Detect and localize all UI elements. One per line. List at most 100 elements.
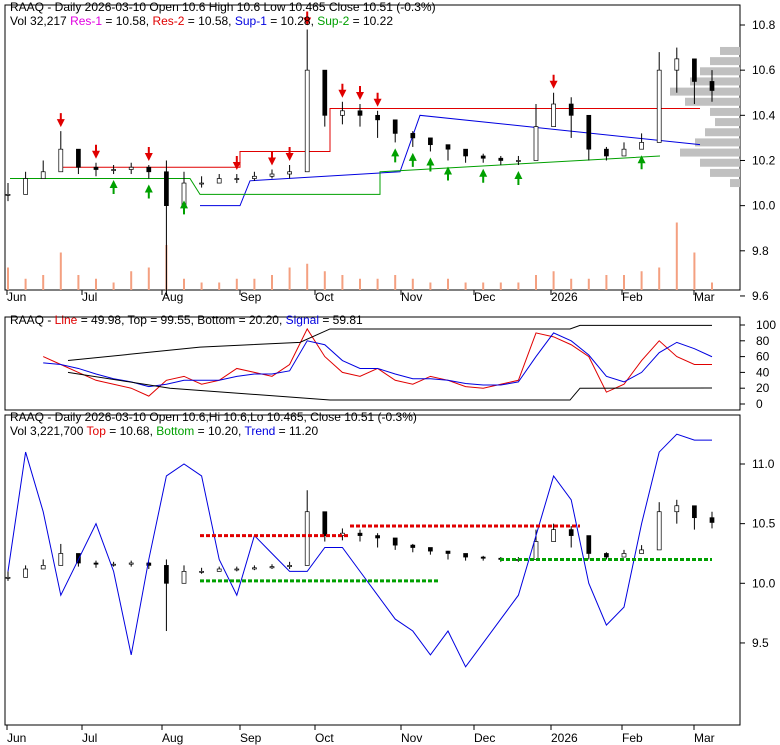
price-bar-lower <box>445 550 451 554</box>
date-label-Aug: Aug <box>162 731 183 745</box>
buy-arrow-icon <box>479 168 488 183</box>
date-label-Sep: Sep <box>240 290 262 304</box>
volume-bar <box>411 278 414 290</box>
sup1-label: Sup-1 <box>234 14 267 28</box>
price-bar <box>410 133 416 139</box>
volume-bar <box>587 278 590 290</box>
panel3-levels: Vol 3,221,700 Top = 10.68, Bottom = 10.2… <box>10 425 318 438</box>
sup2-line <box>10 155 661 195</box>
price-bar-lower <box>252 567 257 570</box>
price-tick-label-10.0: 10.0 <box>752 199 776 213</box>
price-tick-label-9.6: 9.6 <box>752 289 769 303</box>
volume-profile-bar <box>700 67 740 76</box>
panel3-volume: Vol 3,221,700 <box>10 424 87 438</box>
date-label-2026: 2026 <box>551 290 578 304</box>
signal-label: Signal <box>285 313 319 327</box>
panel-frame-3 <box>4 414 741 726</box>
signal-series <box>43 332 713 388</box>
volume-bar <box>623 275 625 290</box>
panel1-levels: Vol 32,217 Res-1 = 10.58, Res-2 = 10.58,… <box>10 15 393 28</box>
panel3-title: RAAQ - Daily 2026-03-10 Open 10.6,Hi 10.… <box>10 410 417 424</box>
line-values: = 49.98, Top = 99.55, Bottom = 20.20, <box>77 313 286 327</box>
price-bar-lower <box>269 566 275 569</box>
volume-bar <box>552 271 555 290</box>
date-label-Feb: Feb <box>622 290 643 304</box>
osc-tick-label-100: 100 <box>756 318 776 332</box>
stock-chart: 10.8 10.6 10.4 10.2 10.0 9.8 9.6 100 80 60 40 20 0 11… <box>0 0 780 745</box>
price-bar <box>498 157 504 161</box>
volume-bar <box>112 282 115 290</box>
volume-bar <box>271 275 273 290</box>
price-bar-lower <box>58 553 64 566</box>
res2-label: Res-2 <box>152 14 185 28</box>
res1-value: = 10.58, <box>102 14 153 28</box>
price-bar <box>111 169 116 171</box>
volume-profile-bar <box>670 87 740 96</box>
panel1-title: RAAQ - Daily 2026-03-10 Open 10.6 High 1… <box>10 0 436 14</box>
price-bar-lower <box>621 553 627 558</box>
sell-arrow-icon <box>285 146 294 161</box>
volume-bar <box>200 282 203 290</box>
date-label-2026: 2026 <box>551 731 578 745</box>
volume-bar <box>24 278 27 290</box>
price-bar-lower <box>287 565 292 567</box>
price-bar-lower <box>674 505 680 513</box>
volume-bar <box>59 252 62 290</box>
volume-bar <box>675 222 678 290</box>
volume-bar <box>447 278 449 290</box>
volume-bar <box>570 278 573 290</box>
volume-bar <box>693 252 696 290</box>
panel-frame-2 <box>4 316 741 411</box>
osc-tick-label-80: 80 <box>756 334 770 348</box>
price-bar-lower <box>586 535 592 554</box>
price-tick-label-10.2: 10.2 <box>752 153 776 167</box>
sell-arrow-icon <box>356 86 364 101</box>
price-bar-lower <box>23 568 28 578</box>
price-bar-lower <box>639 549 644 554</box>
price-bar <box>445 144 451 150</box>
sell-arrow-icon <box>56 113 65 128</box>
price-bar-lower <box>480 556 486 559</box>
trend-label: Trend <box>244 424 276 438</box>
price-bar <box>604 148 609 157</box>
panel-frame-1 <box>4 4 741 291</box>
sell-arrow-icon <box>268 151 276 166</box>
date-label-Jul: Jul <box>82 731 97 745</box>
sup2-value: = 10.22 <box>349 14 393 28</box>
bottom-value: = 10.20, <box>194 424 245 438</box>
volume-profile-bar <box>705 128 740 137</box>
price-bar <box>533 126 539 161</box>
price-bar <box>269 173 275 177</box>
price-bar-lower <box>656 511 662 551</box>
res2-value: = 10.58, <box>184 14 235 28</box>
volume-profile-bar <box>695 138 740 147</box>
volume-bar <box>323 271 326 290</box>
volume-bar <box>376 278 379 290</box>
volume-profile-bar <box>710 57 740 66</box>
osc-tick-label-60: 60 <box>756 350 770 364</box>
volume-bar <box>482 282 485 290</box>
volume-bar <box>95 278 97 290</box>
chart-canvas: 10.8 10.6 10.4 10.2 10.0 9.8 9.6 100 80 6040 20 0 11… <box>4 4 776 745</box>
price-bar-lower <box>322 511 328 536</box>
buy-arrow-icon <box>514 170 523 185</box>
date-label-Jun: Jun <box>7 290 26 304</box>
price-bar <box>586 114 592 150</box>
volume-bar <box>341 275 344 290</box>
date-label-Mar: Mar <box>694 731 715 745</box>
price-bar <box>375 114 380 121</box>
price-bar-lower <box>181 571 187 584</box>
date-label-Dec: Dec <box>474 290 495 304</box>
price-bar-lower <box>692 505 697 519</box>
volume-bar <box>130 271 133 290</box>
volume-profile-bar <box>720 46 740 55</box>
trend-tick-label-10.0: 10.0 <box>752 576 776 590</box>
volume-profile-bar <box>730 179 740 188</box>
price-bar-lower <box>551 529 556 542</box>
price-bar <box>234 178 240 180</box>
osc-tick-label-40: 40 <box>756 365 770 379</box>
buy-arrow-icon <box>180 200 188 215</box>
price-bar <box>516 160 521 162</box>
date-label-Oct: Oct <box>315 290 334 304</box>
price-bar-lower <box>199 571 204 573</box>
